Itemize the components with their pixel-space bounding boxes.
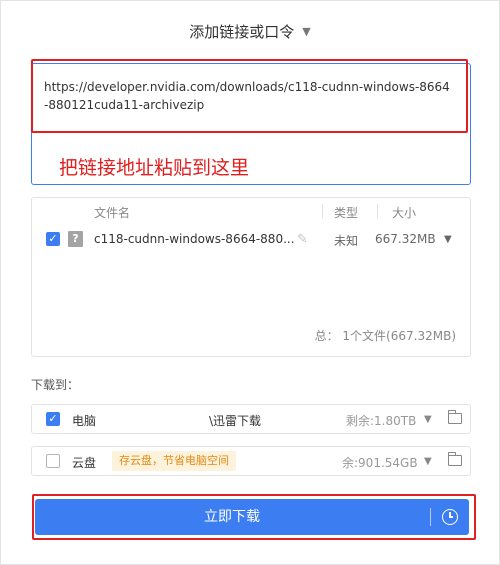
chevron-down-icon[interactable]: ▼ (444, 234, 452, 245)
cloud-promo-badge: 存云盘，节省电脑空间 (112, 451, 236, 471)
folder-icon[interactable] (448, 410, 462, 424)
free-space: 余:901.54GB (342, 456, 418, 470)
column-header-size[interactable]: 大小 (392, 204, 416, 221)
edit-icon[interactable]: ✎ (297, 232, 308, 247)
file-list-panel: 文件名 类型 大小 ✓ ? c118-cudnn-windows-8664-88… (31, 197, 471, 357)
file-checkbox[interactable]: ✓ (46, 232, 60, 246)
column-divider (377, 204, 378, 218)
free-space: 剩余:1.80TB (346, 414, 417, 428)
chevron-down-icon[interactable]: ▼ (424, 414, 432, 425)
download-now-label: 立即下载 (204, 509, 260, 525)
add-link-dialog: 添加链接或口令 ▼ https://developer.nvidia.com/d… (0, 0, 500, 565)
location-name: 云盘 (72, 456, 97, 470)
location-path[interactable]: \迅雷下载 (209, 412, 261, 429)
save-to-label: 下载到： (31, 378, 80, 392)
clock-icon[interactable] (442, 509, 458, 525)
column-divider (322, 204, 323, 218)
column-header-name[interactable]: 文件名 (94, 204, 130, 221)
computer-checkbox[interactable]: ✓ (46, 412, 60, 426)
link-type-selector[interactable]: 添加链接或口令 ▼ (1, 21, 499, 42)
location-name: 电脑 (72, 414, 97, 428)
folder-icon[interactable] (448, 452, 462, 466)
annotation-text: 把链接地址粘贴到这里 (59, 157, 250, 179)
location-row-cloud[interactable]: 云盘 存云盘，节省电脑空间 余:901.54GB ▼ (31, 446, 471, 476)
cloud-checkbox[interactable] (46, 454, 60, 468)
location-row-computer[interactable]: ✓ 电脑 \迅雷下载 剩余:1.80TB ▼ (31, 404, 471, 434)
url-input-value: https://developer.nvidia.com/downloads/c… (44, 80, 450, 112)
dialog-title: 添加链接或口令 (189, 23, 295, 41)
total-summary: 总： 1个文件(667.32MB) (314, 329, 456, 343)
file-size: 667.32MB (375, 232, 436, 246)
file-row: ✓ ? c118-cudnn-windows-8664-880... ✎ 未知 … (32, 228, 470, 252)
chevron-down-icon[interactable]: ▼ (424, 456, 432, 467)
column-header-type[interactable]: 类型 (334, 204, 358, 221)
button-divider (430, 508, 431, 526)
unknown-file-icon: ? (68, 231, 83, 247)
chevron-down-icon[interactable]: ▼ (302, 26, 310, 37)
file-name: c118-cudnn-windows-8664-880... (94, 232, 295, 246)
download-now-button[interactable]: 立即下载 (35, 499, 469, 535)
file-type: 未知 (334, 234, 359, 248)
